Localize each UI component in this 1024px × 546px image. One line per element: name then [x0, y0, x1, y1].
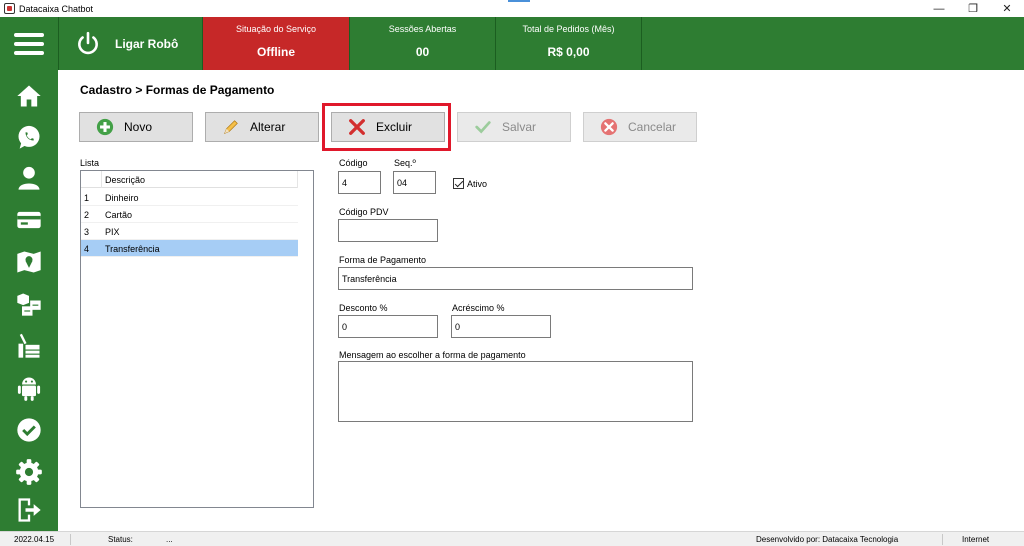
- ligar-robo-label: Ligar Robô: [115, 36, 179, 51]
- list-item-code: 4: [84, 244, 90, 254]
- mensagem-label: Mensagem ao escolher a forma de pagament…: [339, 350, 526, 360]
- sidebar-item-whatsapp[interactable]: [0, 117, 58, 157]
- novo-button[interactable]: Novo: [79, 112, 193, 142]
- orders-total-panel: Total de Pedidos (Mês) R$ 0,00: [496, 17, 641, 70]
- salvar-label: Salvar: [502, 120, 537, 134]
- check-circle-icon: [17, 418, 41, 442]
- gear-icon: [16, 459, 42, 485]
- codigo-pdv-field[interactable]: [338, 219, 438, 242]
- list-item-selected[interactable]: 4 Transferência: [81, 240, 298, 257]
- minimize-button[interactable]: —: [922, 0, 956, 17]
- restore-button[interactable]: ❐: [956, 0, 990, 17]
- sidebar-item-confirm[interactable]: [0, 410, 58, 450]
- developer-label: Desenvolvido por: Datacaixa Tecnologia: [756, 535, 899, 544]
- mensagem-textarea[interactable]: [338, 361, 693, 422]
- payment-methods-list[interactable]: Descrição 1 Dinheiro 2 Cartão 3 PIX 4 Tr…: [80, 170, 314, 508]
- status-value: ...: [166, 535, 173, 544]
- cancelar-button[interactable]: Cancelar: [583, 112, 697, 142]
- sidebar-item-payments[interactable]: [0, 200, 58, 240]
- list-item-code: 2: [84, 210, 90, 220]
- sidebar-item-home[interactable]: [0, 76, 58, 116]
- cancel-icon: [600, 118, 618, 136]
- service-status-title: Situação do Serviço: [235, 24, 317, 34]
- acrescimo-label: Acréscimo %: [452, 303, 505, 313]
- version-label: 2022.04.15: [14, 535, 55, 544]
- exit-icon: [18, 498, 41, 522]
- whatsapp-icon: [18, 125, 40, 149]
- sidebar: [0, 70, 58, 531]
- orders-total-value: R$ 0,00: [547, 45, 590, 59]
- sidebar-item-exit[interactable]: [0, 490, 58, 530]
- open-sessions-panel: Sessões Abertas 00: [350, 17, 495, 70]
- android-icon: [17, 377, 41, 401]
- window-title: Datacaixa Chatbot: [19, 3, 94, 14]
- list-item[interactable]: 2 Cartão: [81, 206, 298, 223]
- ativo-label: Ativo: [467, 179, 488, 189]
- menu-button[interactable]: [0, 17, 58, 70]
- app-icon: [4, 3, 15, 14]
- open-sessions-value: 00: [415, 45, 430, 59]
- list-item[interactable]: 1 Dinheiro: [81, 189, 298, 206]
- desconto-field[interactable]: 0: [338, 315, 438, 338]
- sidebar-item-clients[interactable]: [0, 158, 58, 198]
- list-item-code: 1: [84, 193, 90, 203]
- power-icon: [78, 31, 98, 54]
- acrescimo-field[interactable]: 0: [451, 315, 551, 338]
- ligar-robo-button[interactable]: Ligar Robô: [60, 17, 202, 70]
- codigo-field[interactable]: 4: [338, 171, 381, 194]
- seq-field[interactable]: 04: [393, 171, 436, 194]
- checkmark-icon: [475, 121, 491, 134]
- codigo-label: Código: [339, 158, 368, 168]
- open-sessions-title: Sessões Abertas: [388, 24, 457, 34]
- list-item-description: Cartão: [105, 210, 133, 220]
- seq-label: Seq.º: [394, 158, 416, 168]
- user-icon: [18, 166, 40, 190]
- orders-total-title: Total de Pedidos (Mês): [522, 24, 615, 34]
- sidebar-item-map[interactable]: [0, 242, 58, 282]
- forma-pagamento-field[interactable]: Transferência: [338, 267, 693, 290]
- service-status-panel: Situação do Serviço Offline: [203, 17, 349, 70]
- list-item-description: PIX: [105, 227, 120, 237]
- title-accent: [508, 0, 530, 2]
- salvar-button[interactable]: Salvar: [457, 112, 571, 142]
- list-item-description: Transferência: [105, 244, 160, 254]
- alterar-label: Alterar: [250, 120, 286, 134]
- column-header-descricao[interactable]: Descrição: [105, 175, 145, 185]
- list-label: Lista: [80, 158, 100, 168]
- status-label: Status:: [108, 535, 133, 544]
- credit-card-icon: [17, 211, 41, 229]
- map-icon: [17, 251, 41, 273]
- desconto-label: Desconto %: [339, 303, 388, 313]
- hamburger-icon: [14, 32, 44, 55]
- pencil-icon: [224, 120, 238, 134]
- service-status-value: Offline: [257, 45, 295, 59]
- sidebar-item-app[interactable]: [0, 368, 58, 408]
- novo-label: Novo: [124, 120, 153, 134]
- alterar-button[interactable]: Alterar: [205, 112, 319, 142]
- sidebar-item-settings[interactable]: [0, 452, 58, 492]
- forma-pagamento-label: Forma de Pagamento: [339, 255, 427, 265]
- list-item-code: 3: [84, 227, 90, 237]
- breadcrumb: Cadastro > Formas de Pagamento: [80, 83, 275, 97]
- ativo-checkbox[interactable]: [453, 178, 464, 189]
- cancelar-label: Cancelar: [628, 120, 677, 134]
- plus-circle-icon: [96, 118, 114, 136]
- list-item-description: Dinheiro: [105, 193, 139, 203]
- sidebar-item-products[interactable]: [0, 284, 58, 324]
- close-button[interactable]: ✕: [990, 0, 1024, 17]
- codigo-pdv-label: Código PDV: [339, 207, 389, 217]
- connection-label: Internet: [962, 535, 990, 544]
- list-header: Descrição: [81, 171, 298, 188]
- home-icon: [17, 85, 41, 107]
- boxes-icon: [17, 293, 41, 316]
- status-bar: 2022.04.15 Status: ... Desenvolvido por:…: [0, 531, 1024, 546]
- list-item[interactable]: 3 PIX: [81, 223, 298, 240]
- excluir-highlight: [322, 103, 451, 151]
- header-bar: Ligar Robô Situação do Serviço Offline S…: [0, 17, 1024, 70]
- delivery-icon: [18, 333, 40, 358]
- title-bar: Datacaixa Chatbot — ❐ ✕: [0, 0, 1024, 17]
- sidebar-item-delivery[interactable]: [0, 326, 58, 366]
